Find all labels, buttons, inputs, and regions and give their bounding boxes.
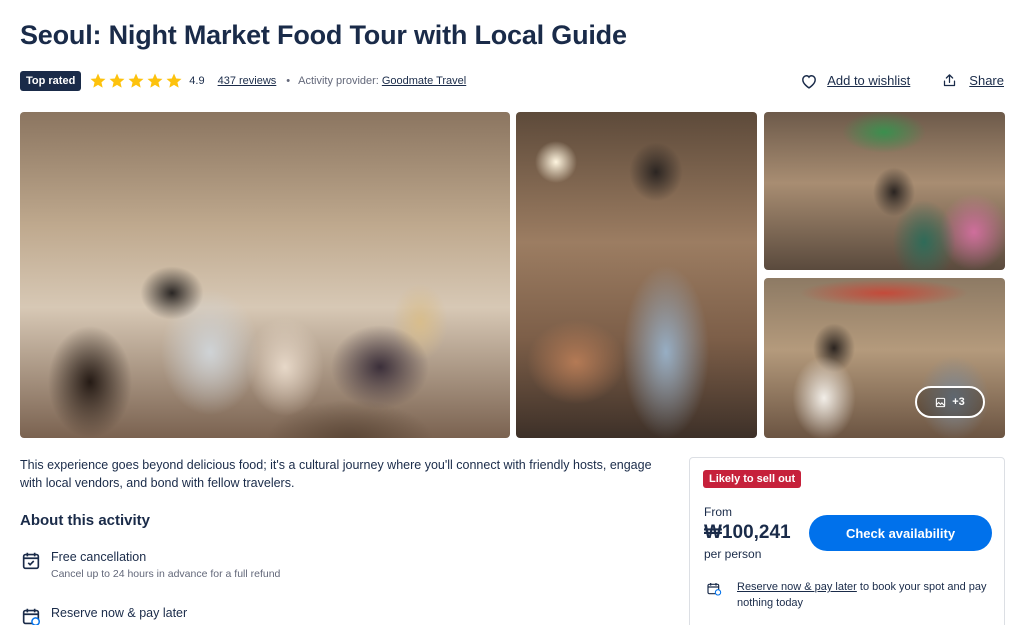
- about-heading: About this activity: [20, 512, 151, 529]
- share-icon: [944, 74, 956, 87]
- feature-free-cancellation: Free cancellation Cancel up to 24 hours …: [20, 550, 280, 580]
- feature-title: Free cancellation: [51, 550, 147, 564]
- gallery-photo-4[interactable]: +3: [764, 278, 1005, 438]
- calendar-card-icon: [707, 583, 722, 596]
- star-icon: [147, 73, 163, 88]
- price-from-label: From: [704, 505, 732, 519]
- image-icon: [936, 397, 946, 407]
- page-title: Seoul: Night Market Food Tour with Local…: [20, 20, 627, 50]
- provider-link[interactable]: Goodmate Travel: [382, 75, 466, 87]
- top-rated-badge: Top rated: [20, 70, 82, 91]
- feature-subtitle: Cancel up to 24 hours in advance for a f…: [51, 568, 281, 580]
- provider-label: Activity provider:: [298, 74, 379, 87]
- share-button[interactable]: Share: [942, 73, 1004, 88]
- more-photos-count: +3: [952, 396, 965, 408]
- star-icon: [128, 73, 144, 88]
- star-icon: [166, 73, 182, 88]
- star-icon: [109, 73, 125, 88]
- calendar-card-icon: [22, 608, 40, 625]
- separator-dot: •: [286, 74, 291, 87]
- calendar-check-icon: [22, 552, 40, 570]
- reserve-now-info: Reserve now & pay later to book your spo…: [706, 579, 996, 611]
- wishlist-label: Add to wishlist: [827, 73, 911, 88]
- booking-card: Likely to sell out From ₩100,241 per per…: [689, 457, 1005, 625]
- photo-gallery: +3: [20, 112, 1005, 438]
- star-icon: [90, 73, 106, 88]
- feature-reserve-now: Reserve now & pay later: [20, 606, 187, 625]
- price-per-label: per person: [704, 547, 762, 561]
- reserve-now-link[interactable]: Reserve now & pay later: [737, 581, 857, 593]
- check-availability-button[interactable]: Check availability: [809, 515, 992, 551]
- reviews-link[interactable]: 437 reviews: [218, 75, 277, 87]
- gallery-photo-3[interactable]: [764, 112, 1005, 270]
- more-photos-button[interactable]: +3: [915, 386, 985, 418]
- price-value: ₩100,241: [704, 522, 791, 543]
- activity-description: This experience goes beyond delicious fo…: [20, 458, 652, 490]
- add-to-wishlist-button[interactable]: Add to wishlist: [800, 73, 910, 89]
- gallery-photo-2[interactable]: [516, 112, 757, 438]
- share-label: Share: [969, 73, 1004, 88]
- rating-stars: [89, 72, 183, 90]
- meta-row: Top rated 4.9 437 reviews • Activity pro…: [20, 70, 1004, 91]
- likely-to-sell-out-badge: Likely to sell out: [703, 470, 802, 488]
- gallery-photo-main[interactable]: [20, 112, 510, 438]
- feature-title: Reserve now & pay later: [51, 606, 188, 620]
- rating-value: 4.9: [189, 74, 205, 87]
- heart-icon: [802, 74, 817, 89]
